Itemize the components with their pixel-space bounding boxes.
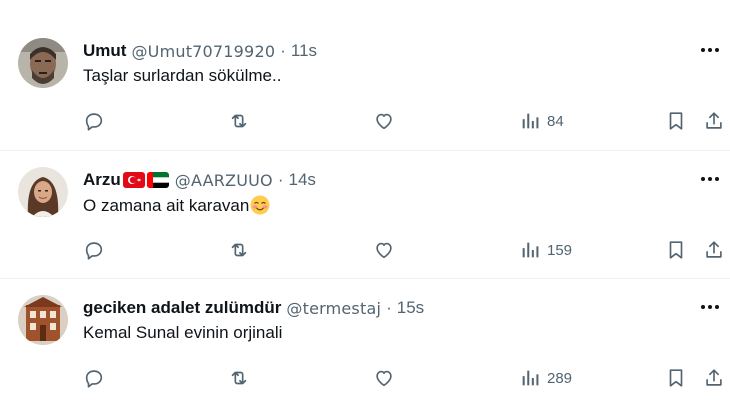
share-button[interactable] — [703, 108, 725, 134]
action-bar: 289 — [0, 365, 730, 391]
views-button[interactable]: 289 — [519, 365, 572, 391]
retweet-button[interactable] — [228, 237, 250, 263]
share-icon — [706, 241, 722, 258]
more-options-icon[interactable] — [698, 42, 722, 58]
retweet-icon — [231, 371, 247, 385]
bookmark-button[interactable] — [665, 108, 687, 134]
more-options-icon[interactable] — [698, 299, 722, 315]
views-button[interactable]: 159 — [519, 237, 572, 263]
tweet-text: O zamana ait karavan — [83, 196, 250, 215]
views-chart-icon — [522, 242, 539, 258]
views-button[interactable]: 84 — [519, 108, 564, 134]
author-name[interactable]: Arzu — [83, 170, 121, 190]
reply-button[interactable] — [83, 108, 105, 134]
reply-icon — [85, 242, 103, 260]
more-options-icon[interactable] — [698, 171, 722, 187]
avatar[interactable] — [18, 167, 68, 217]
share-icon — [706, 369, 722, 386]
reply-button[interactable] — [83, 365, 105, 391]
views-chart-icon — [522, 113, 539, 129]
timestamp[interactable]: 14s — [288, 170, 315, 190]
views-chart-icon — [522, 370, 539, 386]
share-button[interactable] — [703, 237, 725, 263]
avatar[interactable] — [18, 295, 68, 345]
views-count: 289 — [547, 369, 573, 387]
share-icon — [706, 112, 722, 129]
author-name[interactable]: geciken adalet zulümdür — [83, 298, 281, 318]
reply-icon — [85, 113, 103, 131]
heart-icon — [376, 113, 392, 130]
action-bar: 159 — [0, 237, 730, 263]
author-name[interactable]: Umut — [83, 41, 126, 61]
retweet-button[interactable] — [228, 365, 250, 391]
author-handle[interactable]: @AARZUUO — [175, 171, 273, 190]
bookmark-icon — [669, 241, 683, 259]
tweet-divider — [0, 278, 730, 279]
bookmark-icon — [669, 369, 683, 387]
bookmark-icon — [669, 112, 683, 130]
uae-flag-icon — [146, 172, 169, 188]
separator-dot: · — [277, 170, 284, 189]
heart-icon — [376, 242, 392, 259]
like-button[interactable] — [373, 237, 395, 263]
reply-button[interactable] — [83, 237, 105, 263]
share-button[interactable] — [703, 365, 725, 391]
retweet-icon — [231, 243, 247, 257]
separator-dot: · — [386, 298, 392, 317]
action-bar: 84 — [0, 108, 730, 134]
avatar-bearded-man-icon — [18, 38, 68, 88]
tweet-divider — [0, 150, 730, 151]
heart-icon — [376, 370, 392, 387]
timestamp[interactable]: 15s — [397, 298, 424, 318]
bookmark-button[interactable] — [665, 237, 687, 263]
retweet-button[interactable] — [228, 108, 250, 134]
author-handle[interactable]: @termestaj — [286, 299, 381, 318]
tweet-text: Kemal Sunal evinin orjinali — [83, 323, 283, 342]
avatar-woman-icon — [18, 167, 68, 217]
timestamp[interactable]: 11s — [291, 41, 317, 61]
name-flags — [122, 172, 169, 188]
avatar-building-icon — [18, 295, 68, 345]
tweet-text: Taşlar surlardan sökülme.. — [83, 66, 282, 85]
bookmark-button[interactable] — [665, 365, 687, 391]
like-button[interactable] — [373, 108, 395, 134]
smiling-face-with-blush-emoji-icon — [250, 195, 270, 215]
separator-dot: · — [280, 41, 286, 60]
avatar[interactable] — [18, 38, 68, 88]
views-count: 159 — [547, 241, 573, 259]
reply-icon — [85, 370, 103, 388]
like-button[interactable] — [373, 365, 395, 391]
author-handle[interactable]: @Umut70719920 — [131, 42, 275, 61]
turkey-flag-icon — [122, 172, 145, 188]
tweet-text-container: O zamana ait karavan — [83, 195, 270, 216]
views-count: 84 — [547, 112, 564, 130]
retweet-icon — [231, 114, 247, 128]
